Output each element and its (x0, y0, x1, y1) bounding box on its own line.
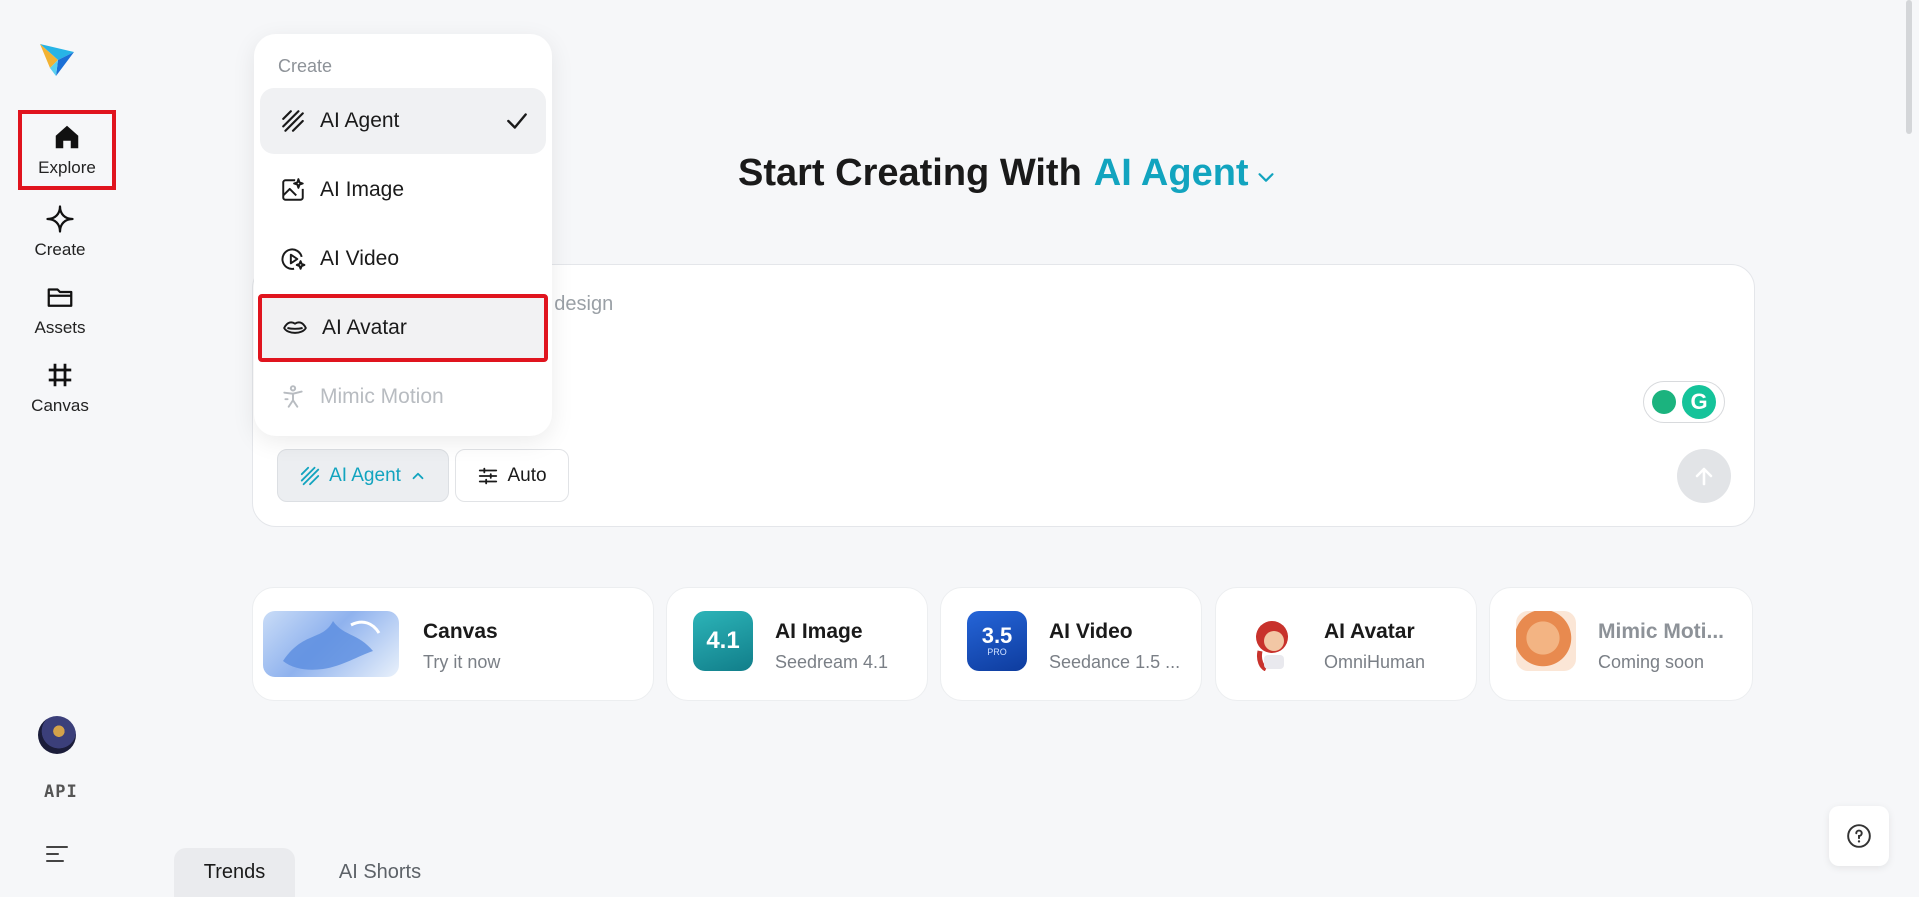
agent-icon (282, 110, 304, 132)
card-title: Mimic Moti... (1598, 620, 1724, 643)
arrow-up-icon (1695, 467, 1713, 486)
card-title: Canvas (423, 620, 498, 643)
scrollbar[interactable] (1906, 0, 1912, 134)
feature-card-canvas[interactable]: Canvas Try it now (252, 587, 654, 701)
sidebar-item-label: Explore (38, 158, 96, 177)
sidebar: Explore Create Assets Canvas API (0, 0, 120, 897)
mimic-motion-image (1516, 611, 1576, 671)
page-title: Start Creating With AI Agent (738, 152, 1277, 195)
avatar-character-image (1242, 611, 1302, 671)
api-link[interactable]: API (44, 782, 78, 802)
sidebar-item-label: Assets (34, 318, 86, 337)
card-subtitle: Try it now (423, 652, 501, 672)
create-dropdown-menu: Create AI Agent AI Image AI Video AI Ava… (254, 34, 552, 436)
grammarly-widget[interactable]: G (1643, 381, 1725, 423)
page-title-prefix: Start Creating With (738, 152, 1082, 194)
chevron-down-icon[interactable] (1255, 166, 1277, 188)
menu-item-ai-image[interactable]: AI Image (260, 157, 546, 223)
collapse-menu-icon[interactable] (44, 843, 70, 865)
menu-item-label: Mimic Motion (320, 385, 444, 408)
card-title: AI Avatar (1324, 620, 1415, 643)
tab-ai-shorts[interactable]: AI Shorts (318, 848, 442, 897)
tab-trends[interactable]: Trends (174, 848, 295, 897)
feature-card-ai-image[interactable]: 4.1 AI Image Seedream 4.1 (666, 587, 928, 701)
card-subtitle: Seedream 4.1 (775, 652, 889, 672)
app-logo-icon[interactable] (36, 38, 78, 80)
menu-item-label: AI Avatar (322, 316, 407, 339)
card-title: AI Image (775, 620, 863, 643)
sidebar-item-explore[interactable]: Explore (18, 110, 116, 190)
menu-item-ai-video[interactable]: AI Video (260, 226, 546, 292)
grammarly-icon: G (1682, 385, 1716, 419)
sidebar-item-label: Create (34, 240, 86, 259)
help-button[interactable] (1829, 806, 1889, 866)
help-icon (1847, 824, 1871, 848)
dropdown-title: Create (278, 56, 333, 76)
image-sparkle-icon (282, 178, 304, 201)
card-title: AI Video (1049, 620, 1133, 643)
sidebar-item-canvas[interactable]: Canvas (16, 352, 104, 424)
pegasus-image (263, 611, 399, 677)
sidebar-item-create[interactable]: Create (16, 196, 104, 268)
user-avatar[interactable] (38, 716, 76, 754)
feature-card-mimic-motion[interactable]: Mimic Moti... Coming soon (1489, 587, 1753, 701)
folder-icon (47, 288, 73, 307)
video-play-icon (281, 248, 306, 270)
sparkle-icon (46, 205, 74, 233)
mode-switcher[interactable]: AI Agent (1094, 152, 1249, 195)
frame-icon (48, 363, 72, 387)
chevron-up-icon (412, 472, 424, 479)
auto-settings-button[interactable]: Auto (455, 449, 569, 502)
sliders-icon (479, 467, 498, 484)
card-subtitle: Coming soon (1598, 652, 1705, 672)
menu-item-ai-avatar[interactable]: AI Avatar (258, 294, 548, 362)
agent-icon (300, 466, 320, 485)
sidebar-item-label: Canvas (31, 396, 89, 415)
auto-settings-label: Auto (507, 464, 547, 486)
seedance-badge: 3.5 PRO (967, 611, 1027, 671)
feature-card-ai-video[interactable]: 3.5 PRO AI Video Seedance 1.5 ... (940, 587, 1202, 701)
lips-icon (283, 321, 307, 334)
card-subtitle: Seedance 1.5 ... (1049, 652, 1181, 672)
mode-select-label: AI Agent (329, 464, 401, 486)
menu-item-label: AI Video (320, 247, 400, 270)
home-icon (55, 125, 79, 149)
menu-item-mimic-motion: Mimic Motion (260, 364, 546, 430)
checkmark-icon (507, 113, 527, 129)
menu-item-label: AI Image (320, 178, 405, 201)
sidebar-item-assets[interactable]: Assets (16, 274, 104, 346)
menu-item-label: AI Agent (320, 109, 400, 132)
page: Explore Create Assets Canvas API Start C… (0, 0, 1919, 897)
motion-figure-icon (283, 385, 303, 408)
seedream-badge: 4.1 (693, 611, 753, 671)
mode-select-button[interactable]: AI Agent (277, 449, 449, 502)
send-button[interactable] (1677, 449, 1731, 503)
lightbulb-icon (1652, 390, 1676, 414)
feature-card-ai-avatar[interactable]: AI Avatar OmniHuman (1215, 587, 1477, 701)
menu-item-ai-agent[interactable]: AI Agent (260, 88, 546, 154)
card-subtitle: OmniHuman (1324, 652, 1426, 672)
